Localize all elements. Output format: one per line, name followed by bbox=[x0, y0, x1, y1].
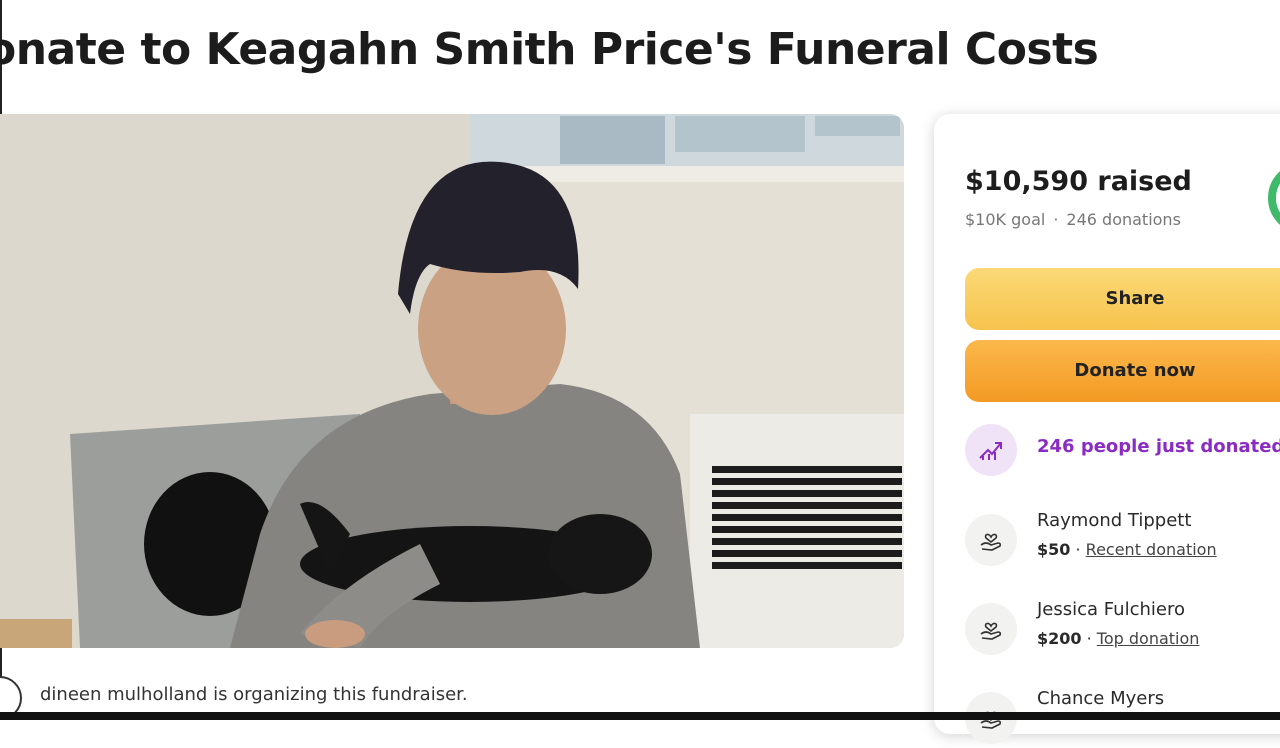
donor-separator: · bbox=[1081, 629, 1097, 648]
recent-donation-link[interactable]: Recent donation bbox=[1086, 540, 1217, 559]
heart-hand-icon bbox=[965, 514, 1017, 566]
recent-donations-count: 246 people just donated bbox=[1037, 436, 1280, 457]
goal-amount: $10K goal bbox=[965, 210, 1046, 229]
campaign-photo[interactable] bbox=[0, 114, 904, 648]
donor-name: Jessica Fulchiero bbox=[1037, 599, 1185, 620]
donation-count: 246 donations bbox=[1066, 210, 1181, 229]
donor-separator: · bbox=[1070, 540, 1086, 559]
donor-amount: $200 bbox=[1037, 629, 1082, 648]
bottom-bar bbox=[0, 712, 1280, 720]
donor-name: Chance Myers bbox=[1037, 688, 1165, 709]
donate-now-button[interactable]: Donate now bbox=[965, 340, 1280, 402]
heart-hand-icon bbox=[965, 603, 1017, 655]
amount-raised: $10,590 raised bbox=[965, 166, 1192, 197]
goal-summary: $10K goal · 246 donations bbox=[965, 210, 1181, 229]
donor-meta: $50 · Recent donation bbox=[1037, 540, 1217, 559]
goal-separator: · bbox=[1053, 210, 1059, 229]
donor-meta: $200 · Top donation bbox=[1037, 629, 1199, 648]
top-donation-link[interactable]: Top donation bbox=[1097, 629, 1200, 648]
donor-amount: $50 bbox=[1037, 540, 1071, 559]
donor-name: Raymond Tippett bbox=[1037, 510, 1192, 531]
list-item: Jessica Fulchiero $200 · Top donation bbox=[965, 599, 1280, 659]
donation-card: $10,590 raised $10K goal · 246 donations S… bbox=[934, 114, 1280, 744]
page-title: onate to Keagahn Smith Price's Funeral C… bbox=[0, 24, 1099, 75]
share-button[interactable]: Share bbox=[965, 268, 1280, 330]
list-item: Raymond Tippett $50 · Recent donation bbox=[965, 510, 1280, 570]
trending-up-icon bbox=[965, 424, 1017, 476]
organizer-text: dineen mulholland is organizing this fun… bbox=[40, 684, 468, 705]
progress-ring bbox=[1268, 162, 1280, 234]
